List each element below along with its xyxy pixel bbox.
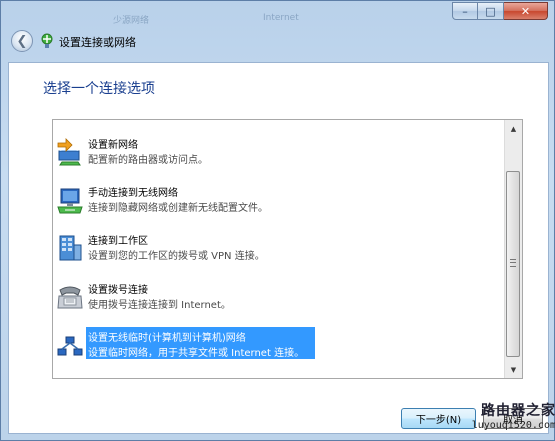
back-arrow-icon: ❮ [16, 33, 28, 49]
workplace-icon [59, 235, 82, 261]
connection-option-list: 设置新网络 配置新的路由器或访问点。 手动连接到无线网络 连接到隐藏网络或创建新… [52, 119, 523, 379]
option-dialup[interactable]: 设置拨号连接 使用拨号连接连接到 Internet。 [54, 278, 505, 318]
watermark: 路由器之家 luyouqi520.com [460, 400, 555, 431]
scroll-up-arrow-icon[interactable]: ▲ [505, 120, 522, 137]
background-label: Internet [263, 13, 299, 23]
navigation-bar: ❮ 设置连接或网络 [9, 28, 549, 54]
option-title: 设置拨号连接 [88, 285, 148, 296]
option-description: 设置到您的工作区的拨号或 VPN 连接。 [88, 251, 265, 262]
adhoc-network-icon [57, 336, 83, 356]
dialup-phone-icon [57, 286, 83, 309]
window-frame: 少源网络 Internet – □ ✕ ❮ 设置连接或网络 选择一个连接选项 设… [0, 0, 555, 441]
background-label: 少源网络 [113, 16, 150, 26]
minimize-button[interactable]: – [452, 2, 478, 20]
option-title: 设置新网络 [88, 140, 138, 151]
scroll-thumb[interactable] [506, 171, 520, 357]
option-title: 设置无线临时(计算机到计算机)网络 [88, 333, 246, 344]
option-manual-wireless[interactable]: 手动连接到无线网络 连接到隐藏网络或创建新无线配置文件。 [54, 181, 505, 221]
wireless-network-icon [57, 188, 83, 214]
content-panel: 选择一个连接选项 设置新网络 配置新的路由器或访问点。 手动连接到无线网络 连接… [8, 62, 549, 434]
option-description: 连接到隐藏网络或创建新无线配置文件。 [88, 203, 268, 214]
option-description: 使用拨号连接连接到 Internet。 [88, 300, 231, 311]
maximize-button[interactable]: □ [478, 2, 504, 20]
network-wizard-icon [41, 33, 53, 48]
back-button[interactable]: ❮ [11, 30, 33, 52]
close-button[interactable]: ✕ [504, 2, 548, 20]
option-description: 配置新的路由器或访问点。 [88, 155, 208, 166]
option-description: 设置临时网络，用于共享文件或 Internet 连接。 [88, 348, 305, 359]
caption-buttons: – □ ✕ [452, 2, 548, 20]
wizard-title: 设置连接或网络 [59, 36, 136, 49]
option-adhoc-network[interactable]: 设置无线临时(计算机到计算机)网络 设置临时网络，用于共享文件或 Interne… [54, 326, 505, 366]
option-title: 连接到工作区 [88, 236, 148, 247]
scroll-down-arrow-icon[interactable]: ▼ [505, 361, 522, 378]
option-workplace[interactable]: 连接到工作区 设置到您的工作区的拨号或 VPN 连接。 [54, 229, 505, 269]
watermark-url: luyouqi520.com [471, 420, 555, 431]
option-new-network[interactable]: 设置新网络 配置新的路由器或访问点。 [54, 133, 505, 173]
grip-icon [510, 259, 516, 267]
page-heading: 选择一个连接选项 [43, 81, 155, 97]
option-title: 手动连接到无线网络 [88, 188, 178, 199]
vertical-scrollbar[interactable]: ▲ ▼ [504, 120, 522, 378]
watermark-brand: 路由器之家 [481, 403, 555, 419]
new-network-icon [57, 138, 81, 166]
